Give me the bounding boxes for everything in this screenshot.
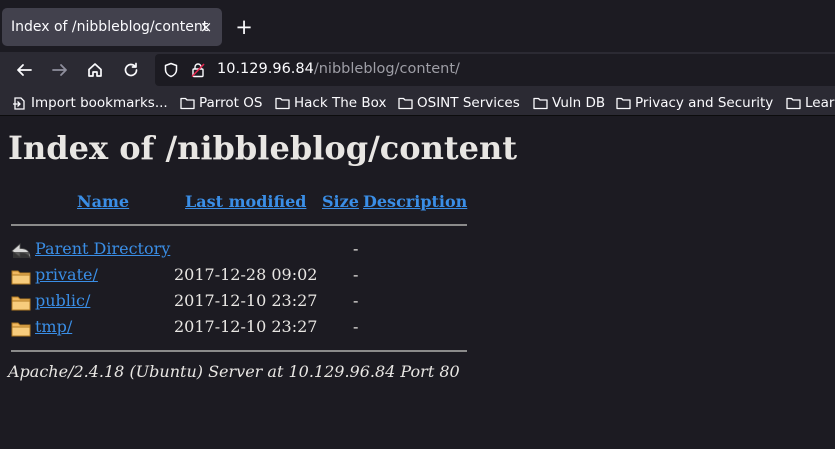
shield-icon[interactable] [163,62,179,78]
forward-button[interactable] [48,58,72,82]
bookmark-label: Privacy and Security [635,95,774,111]
bookmark-folder-hack-the-box[interactable]: Hack The Box [275,94,386,112]
folder-icon [11,270,31,285]
bookmark-folder-privacy-and-security[interactable]: Privacy and Security [616,94,773,112]
bookmark-label: Parrot OS [199,95,263,111]
bookmark-folder-osint-services[interactable]: OSINT Services [398,94,520,112]
url-path: /nibbleblog/content/ [313,61,460,77]
folder-icon [616,97,631,110]
folder-icon [11,322,31,337]
tab-strip: Index of /nibbleblog/content × + [0,0,835,52]
home-icon [88,63,102,77]
table-row: public/ 2017-12-10 23:27 - [11,291,467,313]
bookmark-label: OSINT Services [417,95,520,111]
bookmark-label: Learn [805,95,835,111]
row-date: 2017-12-28 09:02 [174,265,318,284]
insecure-lock-icon[interactable] [190,62,206,78]
tab-title: Index of /nibbleblog/content [11,19,209,35]
link-public[interactable]: public/ [35,291,90,310]
row-date: 2017-12-10 23:27 [174,291,318,310]
new-tab-button[interactable]: + [234,16,254,38]
back-arrow-icon [11,243,31,260]
column-header-description[interactable]: Description [363,192,467,211]
folder-icon [180,97,195,110]
url-host: 10.129.96.84 [217,61,314,77]
row-size: - [353,265,359,284]
url-text[interactable]: 10.129.96.84/nibbleblog/content/ [217,61,460,77]
bookmark-import[interactable]: Import bookmarks... [12,94,168,112]
column-header-last-modified[interactable]: Last modified [185,192,306,211]
table-row: Parent Directory - [11,239,467,261]
navigation-toolbar: 10.129.96.84/nibbleblog/content/ [0,52,835,88]
forward-arrow-icon [52,64,67,76]
tab-active[interactable]: Index of /nibbleblog/content × [2,8,222,46]
bookmark-folder-vuln-db[interactable]: Vuln DB [533,94,605,112]
column-header-size[interactable]: Size [322,192,359,211]
row-date: 2017-12-10 23:27 [174,317,318,336]
close-tab-icon[interactable]: × [196,17,216,37]
bookmark-folder-parrot-os[interactable]: Parrot OS [180,94,262,112]
row-size: - [353,317,359,336]
page-title: Index of /nibbleblog/content [8,129,518,167]
folder-icon [11,296,31,311]
folder-icon [786,97,801,110]
url-bar[interactable]: 10.129.96.84/nibbleblog/content/ [155,54,835,86]
import-icon [13,97,25,110]
bookmark-label: Hack The Box [294,95,387,111]
bookmarks-toolbar: Import bookmarks... Parrot OS Hack The B… [0,88,835,116]
header-divider [11,224,467,226]
back-button[interactable] [12,58,36,82]
footer-divider [11,350,467,352]
bookmark-label: Import bookmarks... [31,95,168,111]
reload-icon [124,62,138,77]
link-parent-directory[interactable]: Parent Directory [35,239,170,258]
back-arrow-icon [17,64,32,76]
table-row: private/ 2017-12-28 09:02 - [11,265,467,287]
reload-button[interactable] [119,58,143,82]
folder-icon [398,97,413,110]
row-size: - [353,239,359,258]
bookmark-label: Vuln DB [552,95,606,111]
link-private[interactable]: private/ [35,265,98,284]
server-signature: Apache/2.4.18 (Ubuntu) Server at 10.129.… [8,362,460,381]
table-row: tmp/ 2017-12-10 23:27 - [11,317,467,339]
row-size: - [353,291,359,310]
link-tmp[interactable]: tmp/ [35,317,72,336]
page-content: Index of /nibbleblog/content Name Last m… [0,117,835,449]
folder-icon [275,97,290,110]
bookmark-folder-learn[interactable]: Learn [786,94,835,112]
column-header-name[interactable]: Name [77,192,129,211]
home-button[interactable] [83,58,107,82]
folder-icon [533,97,548,110]
